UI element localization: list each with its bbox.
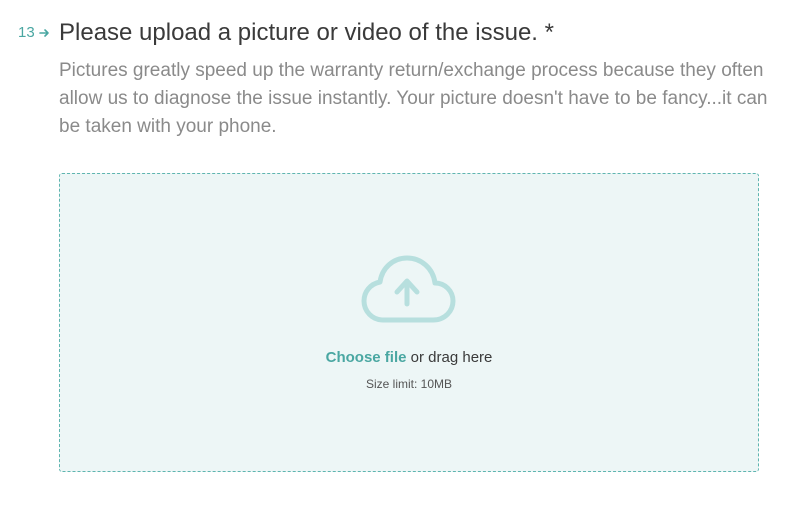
choose-file-line: Choose file or drag here — [60, 348, 758, 368]
file-dropzone[interactable]: Choose file or drag here Size limit: 10M… — [59, 173, 759, 472]
question-number: 13 — [18, 24, 50, 42]
question-number-label: 13 — [18, 24, 35, 41]
size-limit-text: Size limit: 10MB — [365, 377, 453, 391]
question-description: Pictures greatly speed up the warranty r… — [59, 60, 768, 137]
choose-file-link[interactable]: Choose file — [326, 349, 407, 366]
arrow-right-icon — [38, 28, 50, 38]
drag-here-text: or drag here — [406, 349, 493, 366]
question-title: Please upload a picture or video of the … — [59, 19, 554, 46]
cloud-upload-icon — [361, 254, 457, 326]
upload-question: 13 Please upload a picture or video of t… — [0, 0, 812, 523]
